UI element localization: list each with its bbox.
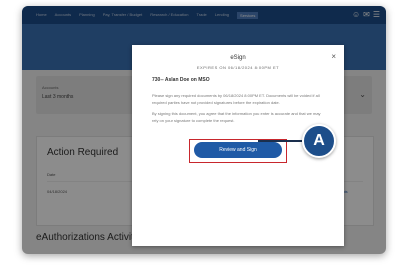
close-icon[interactable]: × [331,52,336,61]
modal-title: eSign [230,55,246,61]
review-and-sign-button[interactable]: Review and Sign [194,142,282,158]
expiration-subtitle: EXPIRES ON 06/18/2024 8:00PM ET [196,65,280,70]
callout-badge: A [302,124,336,158]
modal-body-text-1: Please sign any required documents by 06… [152,93,320,105]
modal-body: Please sign any required documents by 06… [152,92,324,128]
modal-body-text-2: By signing this document, you agree that… [152,111,321,123]
callout-connector [258,140,302,142]
document-name: 730-- Aslan Doe on MSO [152,77,210,83]
